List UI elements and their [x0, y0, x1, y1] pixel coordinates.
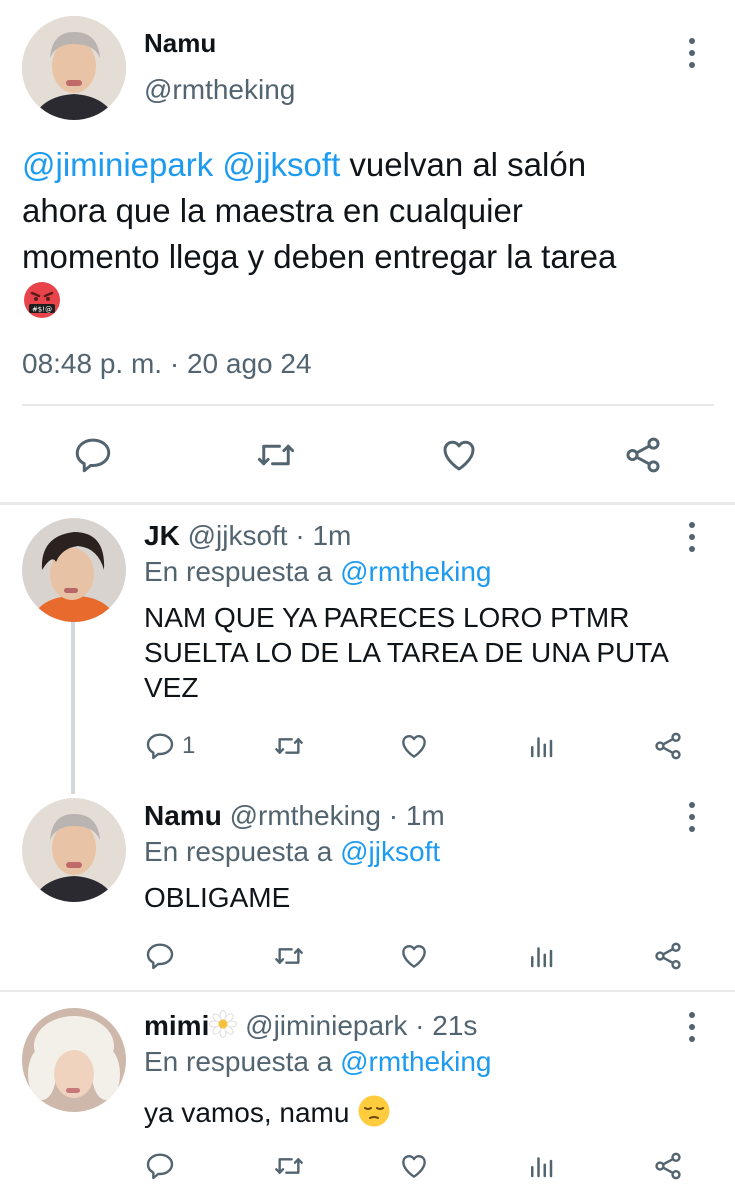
analytics-icon[interactable]: [526, 940, 556, 972]
reply-to-link[interactable]: @jjksoft: [340, 836, 440, 867]
more-options-icon[interactable]: [688, 38, 696, 74]
tweet-text-line: momento llega y deben entregar la tarea: [22, 238, 617, 275]
like-heart-icon[interactable]: [398, 1150, 430, 1182]
author-name[interactable]: mimi: [144, 1010, 209, 1041]
avatar[interactable]: [22, 518, 126, 622]
reply-time[interactable]: · 1m: [389, 800, 445, 831]
author-name[interactable]: Namu: [144, 800, 222, 831]
author-name[interactable]: Namu: [144, 28, 216, 59]
reply-prefix: En respuesta a: [144, 1046, 333, 1077]
like-heart-icon[interactable]: [438, 434, 480, 476]
like-heart-icon[interactable]: [398, 730, 430, 762]
reply-text-line: NAM QUE YA PARECES LORO PTMR: [144, 602, 630, 633]
reply-text-line: OBLIGAME: [144, 882, 291, 913]
svg-text:#$!@: #$!@: [32, 306, 52, 314]
daisy-flower-icon: [209, 1010, 238, 1045]
reply-text-line: ya vamos, namu: [144, 1096, 350, 1128]
reply-context: En respuesta a @jjksoft: [144, 836, 440, 868]
reply-context: En respuesta a @rmtheking: [144, 556, 492, 588]
retweet-icon[interactable]: [272, 730, 306, 762]
reply-header: mimi @jiminiepark · 21s: [144, 1010, 477, 1045]
author-name[interactable]: JK: [144, 520, 180, 551]
reply-count: 1: [182, 732, 196, 759]
reply-prefix: En respuesta a: [144, 836, 333, 867]
author-handle[interactable]: @jjksoft: [188, 520, 288, 551]
analytics-icon[interactable]: [526, 1150, 556, 1182]
share-icon[interactable]: [652, 730, 684, 762]
divider: [22, 404, 714, 406]
avatar[interactable]: [22, 1008, 126, 1112]
reply-prefix: En respuesta a: [144, 556, 333, 587]
pensive-face-icon: [357, 1094, 391, 1135]
like-heart-icon[interactable]: [398, 940, 430, 972]
tweet-text-line: ahora que la maestra en cualquier: [22, 192, 523, 229]
reply-text-line: VEZ: [144, 672, 199, 703]
reply-icon[interactable]: [72, 434, 114, 476]
share-icon[interactable]: [652, 1150, 684, 1182]
reply-to-link[interactable]: @rmtheking: [340, 556, 491, 587]
reply-icon[interactable]: [144, 730, 176, 762]
more-options-icon[interactable]: [688, 802, 696, 838]
share-icon[interactable]: [652, 940, 684, 972]
retweet-icon[interactable]: [272, 1150, 306, 1182]
reply-text: NAM QUE YA PARECES LORO PTMR SUELTA LO D…: [144, 600, 669, 705]
section-divider: [0, 990, 735, 992]
more-options-icon[interactable]: [688, 1012, 696, 1048]
reply-context: En respuesta a @rmtheking: [144, 1046, 492, 1078]
share-icon[interactable]: [622, 434, 664, 476]
reply-text: ya vamos, namu: [144, 1094, 391, 1135]
face-with-symbols-on-mouth-icon: #$!@: [22, 280, 62, 332]
author-handle[interactable]: @rmtheking: [144, 74, 295, 106]
retweet-icon[interactable]: [272, 940, 306, 972]
reply-time[interactable]: · 1m: [295, 520, 351, 551]
tweet-timestamp[interactable]: 08:48 p. m. · 20 ago 24: [22, 348, 312, 380]
reply-header: JK @jjksoft · 1m: [144, 520, 351, 552]
author-handle[interactable]: @jiminiepark: [245, 1010, 407, 1041]
avatar[interactable]: [22, 16, 126, 120]
reply-time[interactable]: · 21s: [415, 1010, 477, 1041]
reply-icon[interactable]: [144, 940, 176, 972]
analytics-icon[interactable]: [526, 730, 556, 762]
reply-icon[interactable]: [144, 1150, 176, 1182]
mention-link[interactable]: @jjksoft: [222, 146, 340, 183]
reply-text-line: SUELTA LO DE LA TAREA DE UNA PUTA: [144, 637, 669, 668]
tweet-text: @jiminiepark @jjksoft vuelvan al salón a…: [22, 142, 722, 332]
mention-link[interactable]: @jiminiepark: [22, 146, 213, 183]
avatar[interactable]: [22, 798, 126, 902]
reply-to-link[interactable]: @rmtheking: [340, 1046, 491, 1077]
retweet-icon[interactable]: [254, 434, 298, 476]
more-options-icon[interactable]: [688, 522, 696, 558]
reply-header: Namu @rmtheking · 1m: [144, 800, 445, 832]
thread-line: [71, 622, 75, 794]
section-divider: [0, 502, 735, 505]
author-handle[interactable]: @rmtheking: [230, 800, 381, 831]
tweet-text-line: vuelvan al salón: [349, 146, 587, 183]
